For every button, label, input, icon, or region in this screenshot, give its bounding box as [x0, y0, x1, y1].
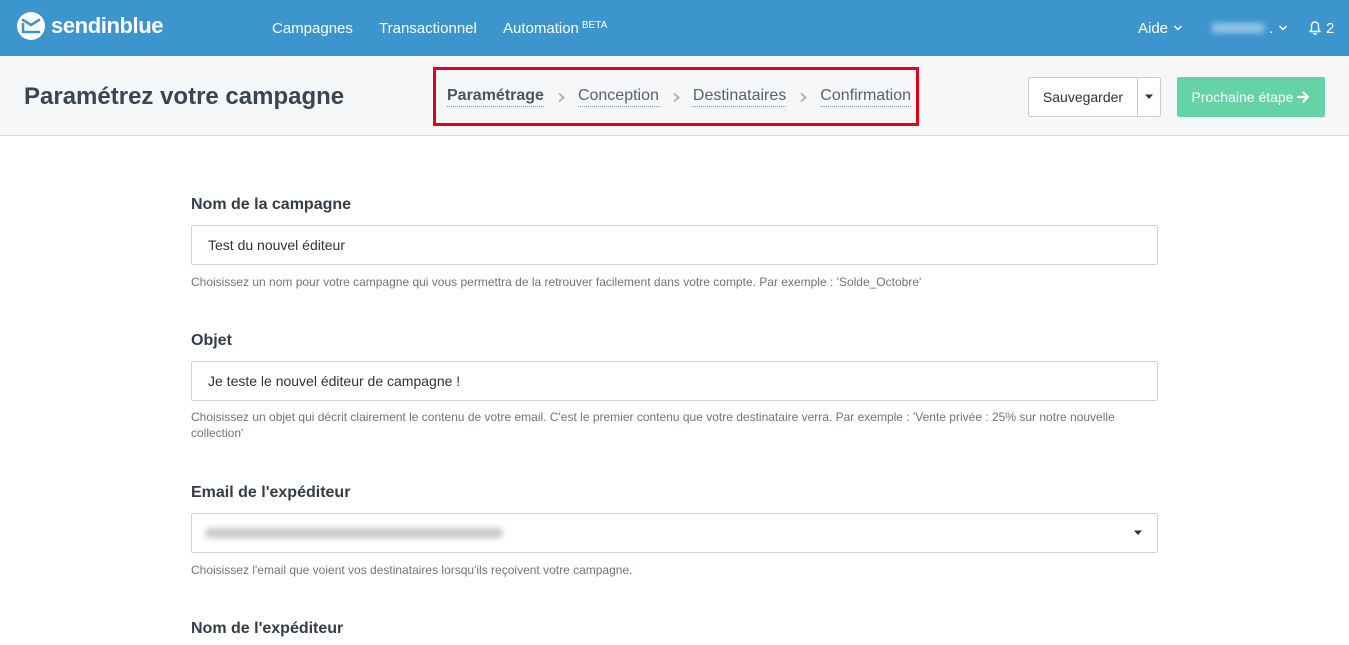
- beta-badge: BETA: [581, 19, 608, 31]
- nav-campagnes[interactable]: Campagnes: [272, 0, 353, 56]
- chevron-down-icon: [1174, 25, 1183, 31]
- step-parametrage[interactable]: Paramétrage: [447, 87, 544, 107]
- chevron-down-icon: [1279, 25, 1288, 31]
- chevron-right-icon: [673, 92, 680, 102]
- brand-name: sendinblue: [51, 13, 164, 38]
- subject-input[interactable]: Je teste le nouvel éditeur de campagne !: [191, 361, 1158, 401]
- user-name-blurred: [1211, 23, 1265, 33]
- notifications-count: 2: [1326, 19, 1335, 37]
- nav-automation-label: Automation: [503, 19, 579, 37]
- subject-label: Objet: [191, 332, 232, 349]
- campaign-name-label: Nom de la campagne: [191, 196, 352, 213]
- nav-automation[interactable]: Automation BETA: [503, 0, 607, 56]
- nav-transactionnel[interactable]: Transactionnel: [379, 0, 477, 56]
- step-conception[interactable]: Conception: [577, 87, 659, 107]
- sender-name-label: Nom de l'expéditeur: [191, 620, 344, 637]
- next-step-button[interactable]: Prochaine étape: [1177, 77, 1325, 117]
- sender-email-hint: Choisissez l'email que voient vos destin…: [191, 563, 633, 577]
- caret-down-icon: [1134, 530, 1142, 535]
- save-button[interactable]: Sauvegarder: [1029, 78, 1138, 116]
- nav-transactionnel-label: Transactionnel: [379, 19, 477, 37]
- subject-hint: Choisissez un objet qui décrit clairemen…: [191, 410, 1115, 440]
- step-destinataires[interactable]: Destinataires: [692, 87, 787, 107]
- sender-email-select[interactable]: [191, 513, 1158, 553]
- campaign-name-hint: Choisissez un nom pour votre campagne qu…: [191, 275, 922, 289]
- sendinblue-logo-icon: [17, 12, 45, 40]
- chevron-right-icon: [558, 92, 565, 102]
- next-step-label: Prochaine étape: [1191, 89, 1294, 105]
- sender-email-value-blurred: [205, 528, 503, 538]
- top-navigation-bar: sendinblue Campagnes Transactionnel Auto…: [0, 0, 1349, 56]
- campaign-header: Paramétrez votre campagne Paramétrage Co…: [0, 56, 1349, 136]
- step-confirmation[interactable]: Confirmation: [820, 87, 911, 107]
- bell-icon: [1309, 21, 1321, 36]
- sender-email-label: Email de l'expéditeur: [191, 484, 351, 501]
- brand-logo[interactable]: sendinblue: [16, 11, 164, 41]
- arrow-right-icon: [1297, 91, 1310, 103]
- page-title: Paramétrez votre campagne: [24, 83, 345, 110]
- notifications-button[interactable]: 2: [1307, 0, 1334, 56]
- campaign-name-input[interactable]: Test du nouvel éditeur: [191, 225, 1158, 265]
- caret-down-icon: [1145, 94, 1153, 99]
- chevron-right-icon: [800, 92, 808, 102]
- help-label: Aide: [1138, 19, 1169, 37]
- save-button-group: Sauvegarder: [1028, 77, 1161, 117]
- help-menu[interactable]: Aide: [1138, 0, 1183, 56]
- save-options-dropdown[interactable]: [1138, 78, 1160, 116]
- campaign-steps-breadcrumb: Paramétrage Conception Destinataires Con…: [447, 87, 911, 107]
- steps-highlight-box: Paramétrage Conception Destinataires Con…: [433, 67, 919, 126]
- nav-campagnes-label: Campagnes: [272, 19, 353, 37]
- user-menu[interactable]: .: [1211, 0, 1288, 56]
